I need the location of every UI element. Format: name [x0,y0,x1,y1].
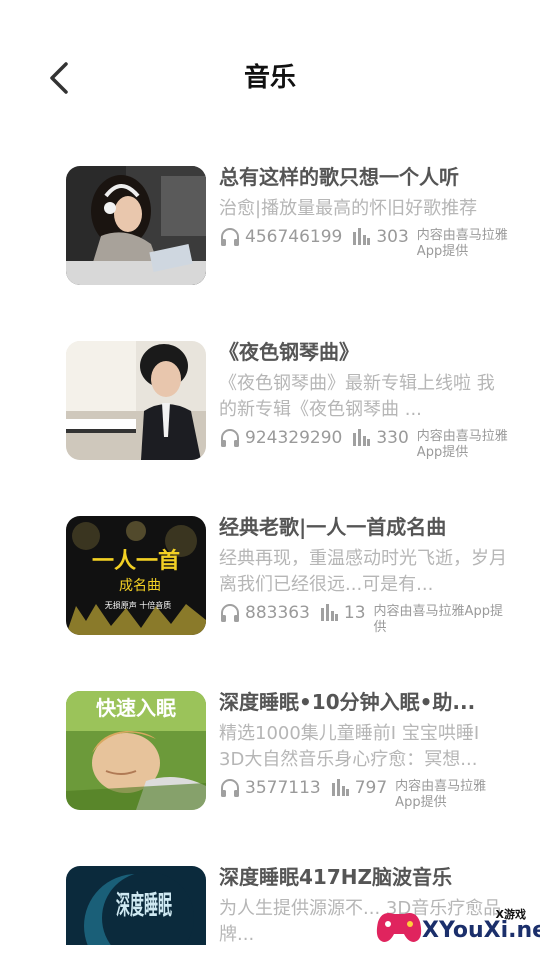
cover-sub-text: 成名曲 [119,578,161,594]
play-count: 3577113 [245,778,321,798]
cover-main-text: 深度睡眠 [116,890,172,921]
page-title: 音乐 [243,63,296,93]
content-source: 内容由喜马拉雅App提供 [416,429,508,460]
track-count: 13 [343,603,366,623]
cover-main-text: 一人一首 [92,548,180,574]
album-title: 深度睡眠•10分钟入眠•助... [219,690,476,714]
gamepad-logo-icon [376,913,422,942]
bars-icon [353,228,371,245]
album-meta: 924329290 330 内容由喜马拉雅App提供 [219,425,509,469]
album-item[interactable]: 一人一首 成名曲 无损原声 十倍音质 经典老歌|一人一首成名曲 经典再现，重温感… [0,500,540,640]
album-description: 精选1000集儿童睡前I 宝宝哄睡I 3D大自然音乐身心疗愈：冥想... [219,723,480,770]
album-cover [66,166,206,285]
track-count: 303 [376,227,409,247]
music-page: 音乐 总有这样的歌只想一个人听 治愈|播放量最高的怀旧好歌推荐 45674619… [0,0,540,960]
album-item[interactable]: 《夜色钢琴曲》 《夜色钢琴曲》最新专辑上线啦 我的新专辑《夜色钢琴曲 ... 9… [0,325,540,465]
album-meta: 456746199 303 内容由喜马拉雅App提供 [219,224,509,268]
headphones-icon [221,228,239,246]
album-cover [66,341,206,460]
album-cover: 一人一首 成名曲 无损原声 十倍音质 [66,516,206,635]
album-title: 总有这样的歌只想一个人听 [219,165,459,189]
bars-icon [320,604,338,621]
headphones-icon [221,779,239,797]
cover-main-text: 快速入眠 [96,696,176,720]
bars-icon [353,429,371,446]
album-description: 《夜色钢琴曲》最新专辑上线啦 我的新专辑《夜色钢琴曲 ... [219,373,495,420]
watermark: X游戏 XYouXi.net [370,888,540,960]
album-description: 治愈|播放量最高的怀旧好歌推荐 [219,198,478,219]
album-description: 经典再现，重温感动时光飞逝，岁月离我们已经很远...可是有... [219,548,507,595]
bars-icon [331,779,349,796]
content-source: 内容由喜马拉雅App提供 [395,779,487,810]
album-item[interactable]: 总有这样的歌只想一个人听 治愈|播放量最高的怀旧好歌推荐 456746199 3… [0,150,540,290]
track-count: 797 [354,778,388,798]
album-title: 经典老歌|一人一首成名曲 [219,515,447,539]
album-title: 《夜色钢琴曲》 [219,340,359,364]
track-count: 330 [376,428,409,448]
play-count: 924329290 [245,428,343,448]
album-cover: 快速入眠 [66,691,206,810]
play-count: 883363 [245,603,310,623]
play-count: 456746199 [245,227,343,247]
album-meta: 883363 13 内容由喜马拉雅App提供 [219,600,509,644]
headphones-icon [221,604,239,622]
content-source: 内容由喜马拉雅App提供 [373,604,503,635]
content-source: 内容由喜马拉雅App提供 [416,228,508,259]
headphones-icon [221,429,239,447]
album-cover: 深度睡眠 [66,866,206,945]
watermark-brand: XYouXi.net [422,918,540,943]
album-meta: 3577113 797 内容由喜马拉雅App提供 [219,775,509,819]
album-item[interactable]: 快速入眠 深度睡眠•10分钟入眠•助... 精选1000集儿童睡前I 宝宝哄睡I… [0,675,540,815]
header: 音乐 [0,0,540,150]
cover-small-text: 无损原声 十倍音质 [105,600,172,610]
